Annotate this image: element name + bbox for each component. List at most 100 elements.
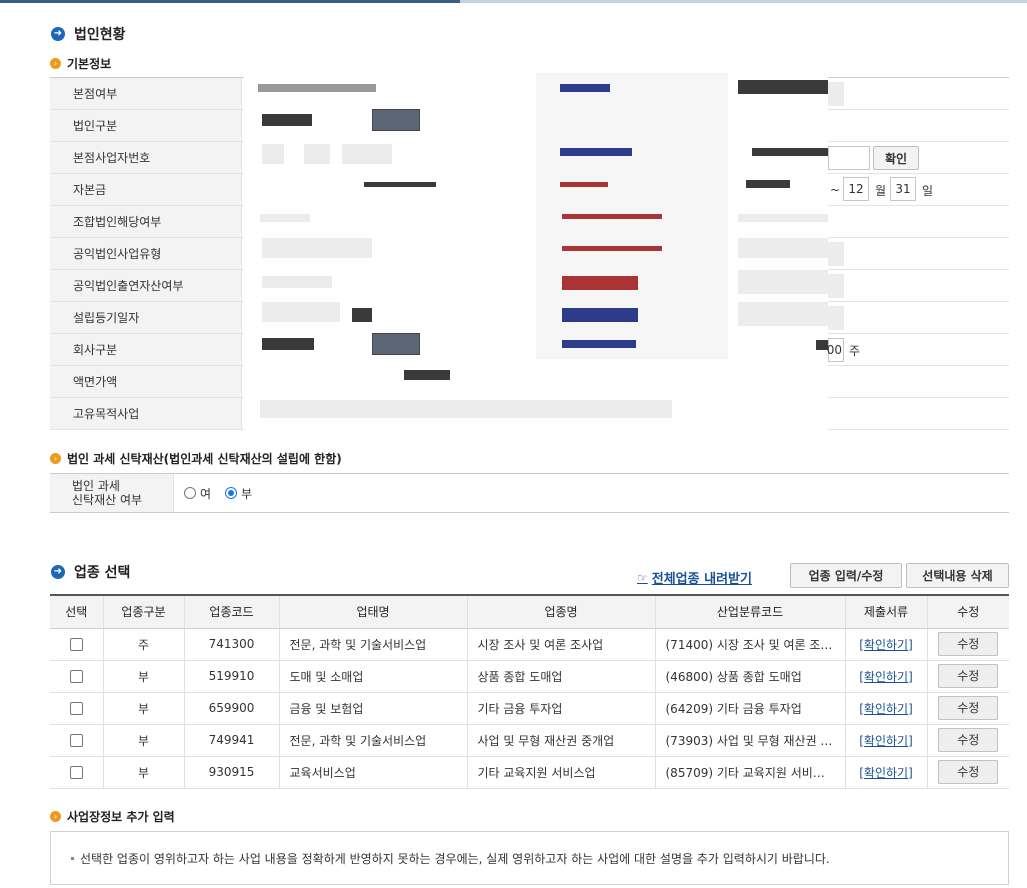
code-cell: 930915 (183, 756, 279, 789)
table-row: 부 519910 도매 및 소매업 상품 종합 도매업 (46800) 상품 종합 도매… (50, 660, 1009, 693)
industry-table: 선택 업종구분 업종코드 업태명 업종명 산업분류코드 제출서류 수정 주 741300 전문, … (50, 594, 1009, 789)
period-month-field[interactable]: 12 (843, 177, 869, 201)
row-checkbox[interactable] (69, 670, 83, 683)
edit-cell: 수정 (926, 660, 1009, 693)
edit-button[interactable]: 수정 (938, 664, 999, 688)
column-header: 업종명 (466, 594, 655, 629)
column-header: 업종코드 (183, 594, 279, 629)
business-cell: 전문, 과학 및 기술서비스업 (278, 724, 467, 757)
column-header: 선택 (50, 594, 103, 629)
business-cell: 전문, 과학 및 기술서비스업 (278, 628, 467, 661)
trust-form: 법인 과세 신탁재산 여부 여 부 (50, 473, 1009, 513)
form-label: 본점여부 (50, 78, 242, 109)
corp-status-title: ➜ 법인현황 (51, 24, 126, 44)
trust-radio-group: 여 부 (174, 474, 252, 512)
type-cell: 부 (102, 756, 184, 789)
extra-title-text: 사업장정보 추가 입력 (67, 810, 175, 824)
table-row: 주 741300 전문, 과학 및 기술서비스업 시장 조사 및 여론 조사업 (714… (50, 628, 1009, 661)
trust-yes-radio[interactable] (184, 487, 196, 499)
item-cell: 기타 교육지원 서비스업 (466, 756, 655, 789)
class-code-cell: (46800) 상품 종합 도매업 (654, 660, 845, 693)
download-industry-link[interactable]: ☞ 전체업종 내려받기 (637, 568, 752, 588)
row-checkbox[interactable] (69, 734, 83, 747)
doc-cell: [확인하기] (844, 660, 927, 693)
doc-cell: [확인하기] (844, 724, 927, 757)
edit-cell: 수정 (926, 692, 1009, 725)
code-cell: 519910 (183, 660, 279, 693)
top-bar (0, 0, 1027, 3)
form-label: 고유목적사업 (50, 398, 242, 429)
form-label: 공익법인출연자산여부 (50, 270, 242, 301)
edit-cell: 수정 (926, 756, 1009, 789)
arrow-circle-icon: ➜ (51, 565, 65, 579)
column-header: 산업분류코드 (654, 594, 845, 629)
doc-cell: [확인하기] (844, 628, 927, 661)
confirm-button[interactable]: 확인 (873, 146, 919, 170)
trust-label: 법인 과세 신탁재산 여부 (50, 474, 174, 512)
edit-button[interactable]: 수정 (938, 696, 999, 720)
row-checkbox[interactable] (69, 638, 83, 651)
trust-no-label: 부 (241, 486, 253, 501)
period-day-field[interactable]: 31 (890, 177, 916, 201)
edit-button[interactable]: 수정 (938, 760, 999, 784)
edit-button[interactable]: 수정 (938, 728, 999, 752)
basic-info-title-text: 기본정보 (67, 57, 112, 71)
trust-label-text: 법인 과세 신탁재산 여부 (72, 479, 143, 507)
arrow-circle-icon: › (50, 58, 61, 69)
form-label: 법인구분 (50, 110, 242, 141)
column-header: 수정 (926, 594, 1009, 629)
edit-cell: 수정 (926, 628, 1009, 661)
form-label: 설립등기일자 (50, 302, 242, 333)
pointing-hand-icon: ☞ (637, 570, 648, 585)
select-cell (50, 660, 103, 693)
row-checkbox[interactable] (69, 766, 83, 779)
doc-link[interactable]: [확인하기] (859, 734, 913, 748)
edit-button[interactable]: 수정 (938, 632, 999, 656)
item-cell: 사업 및 무형 재산권 중개업 (466, 724, 655, 757)
column-header: 제출서류 (844, 594, 927, 629)
arrow-circle-icon: ➜ (51, 27, 65, 41)
corp-status-title-text: 법인현황 (74, 27, 126, 43)
class-code-cell: (64209) 기타 금융 투자업 (654, 692, 845, 725)
basic-info-title: › 기본정보 (50, 55, 111, 72)
industry-header-row: 선택 업종구분 업종코드 업태명 업종명 산업분류코드 제출서류 수정 (50, 594, 1009, 629)
business-cell: 교육서비스업 (278, 756, 467, 789)
doc-link[interactable]: [확인하기] (859, 670, 913, 684)
select-cell (50, 692, 103, 725)
doc-link[interactable]: [확인하기] (859, 638, 913, 652)
form-label: 액면가액 (50, 366, 242, 397)
bullet-dot-icon (71, 856, 74, 860)
select-cell (50, 724, 103, 757)
type-cell: 부 (102, 660, 184, 693)
item-cell: 상품 종합 도매업 (466, 660, 655, 693)
select-cell (50, 756, 103, 789)
form-label: 조합법인해당여부 (50, 206, 242, 237)
item-cell: 기타 금융 투자업 (466, 692, 655, 725)
type-cell: 부 (102, 724, 184, 757)
item-cell: 시장 조사 및 여론 조사업 (466, 628, 655, 661)
period-day-unit: 일 (922, 184, 934, 198)
period-tilde: ~ (830, 183, 841, 197)
column-header: 업종구분 (102, 594, 184, 629)
form-label: 자본금 (50, 174, 242, 205)
table-row: 부 930915 교육서비스업 기타 교육지원 서비스업 (85709) 기타 교육지원… (50, 756, 1009, 789)
doc-link[interactable]: [확인하기] (859, 702, 913, 716)
notice-box: 선택한 업종이 영위하고자 하는 사업 내용을 정확하게 반영하지 못하는 경우… (50, 831, 1009, 885)
row-checkbox[interactable] (69, 702, 83, 715)
trust-no-radio[interactable] (225, 487, 238, 499)
arrow-circle-icon: › (50, 453, 61, 464)
period-month-unit: 월 (875, 184, 887, 198)
table-row: 부 749941 전문, 과학 및 기술서비스업 사업 및 무형 재산권 중개업 (73… (50, 724, 1009, 757)
industry-input-button[interactable]: 업종 입력/수정 (790, 563, 902, 588)
business-number-field[interactable] (828, 146, 870, 170)
type-cell: 부 (102, 692, 184, 725)
delete-selection-button[interactable]: 선택내용 삭제 (906, 563, 1009, 588)
shares-field[interactable]: 00 (827, 338, 844, 362)
doc-link[interactable]: [확인하기] (859, 766, 913, 780)
business-cell: 도매 및 소매업 (278, 660, 467, 693)
class-code-cell: (85709) 기타 교육지원 서비… (654, 756, 845, 789)
code-cell: 749941 (183, 724, 279, 757)
class-code-cell: (71400) 시장 조사 및 여론 조… (654, 628, 845, 661)
form-label: 공익법인사업유형 (50, 238, 242, 269)
extra-title: › 사업장정보 추가 입력 (50, 808, 175, 825)
